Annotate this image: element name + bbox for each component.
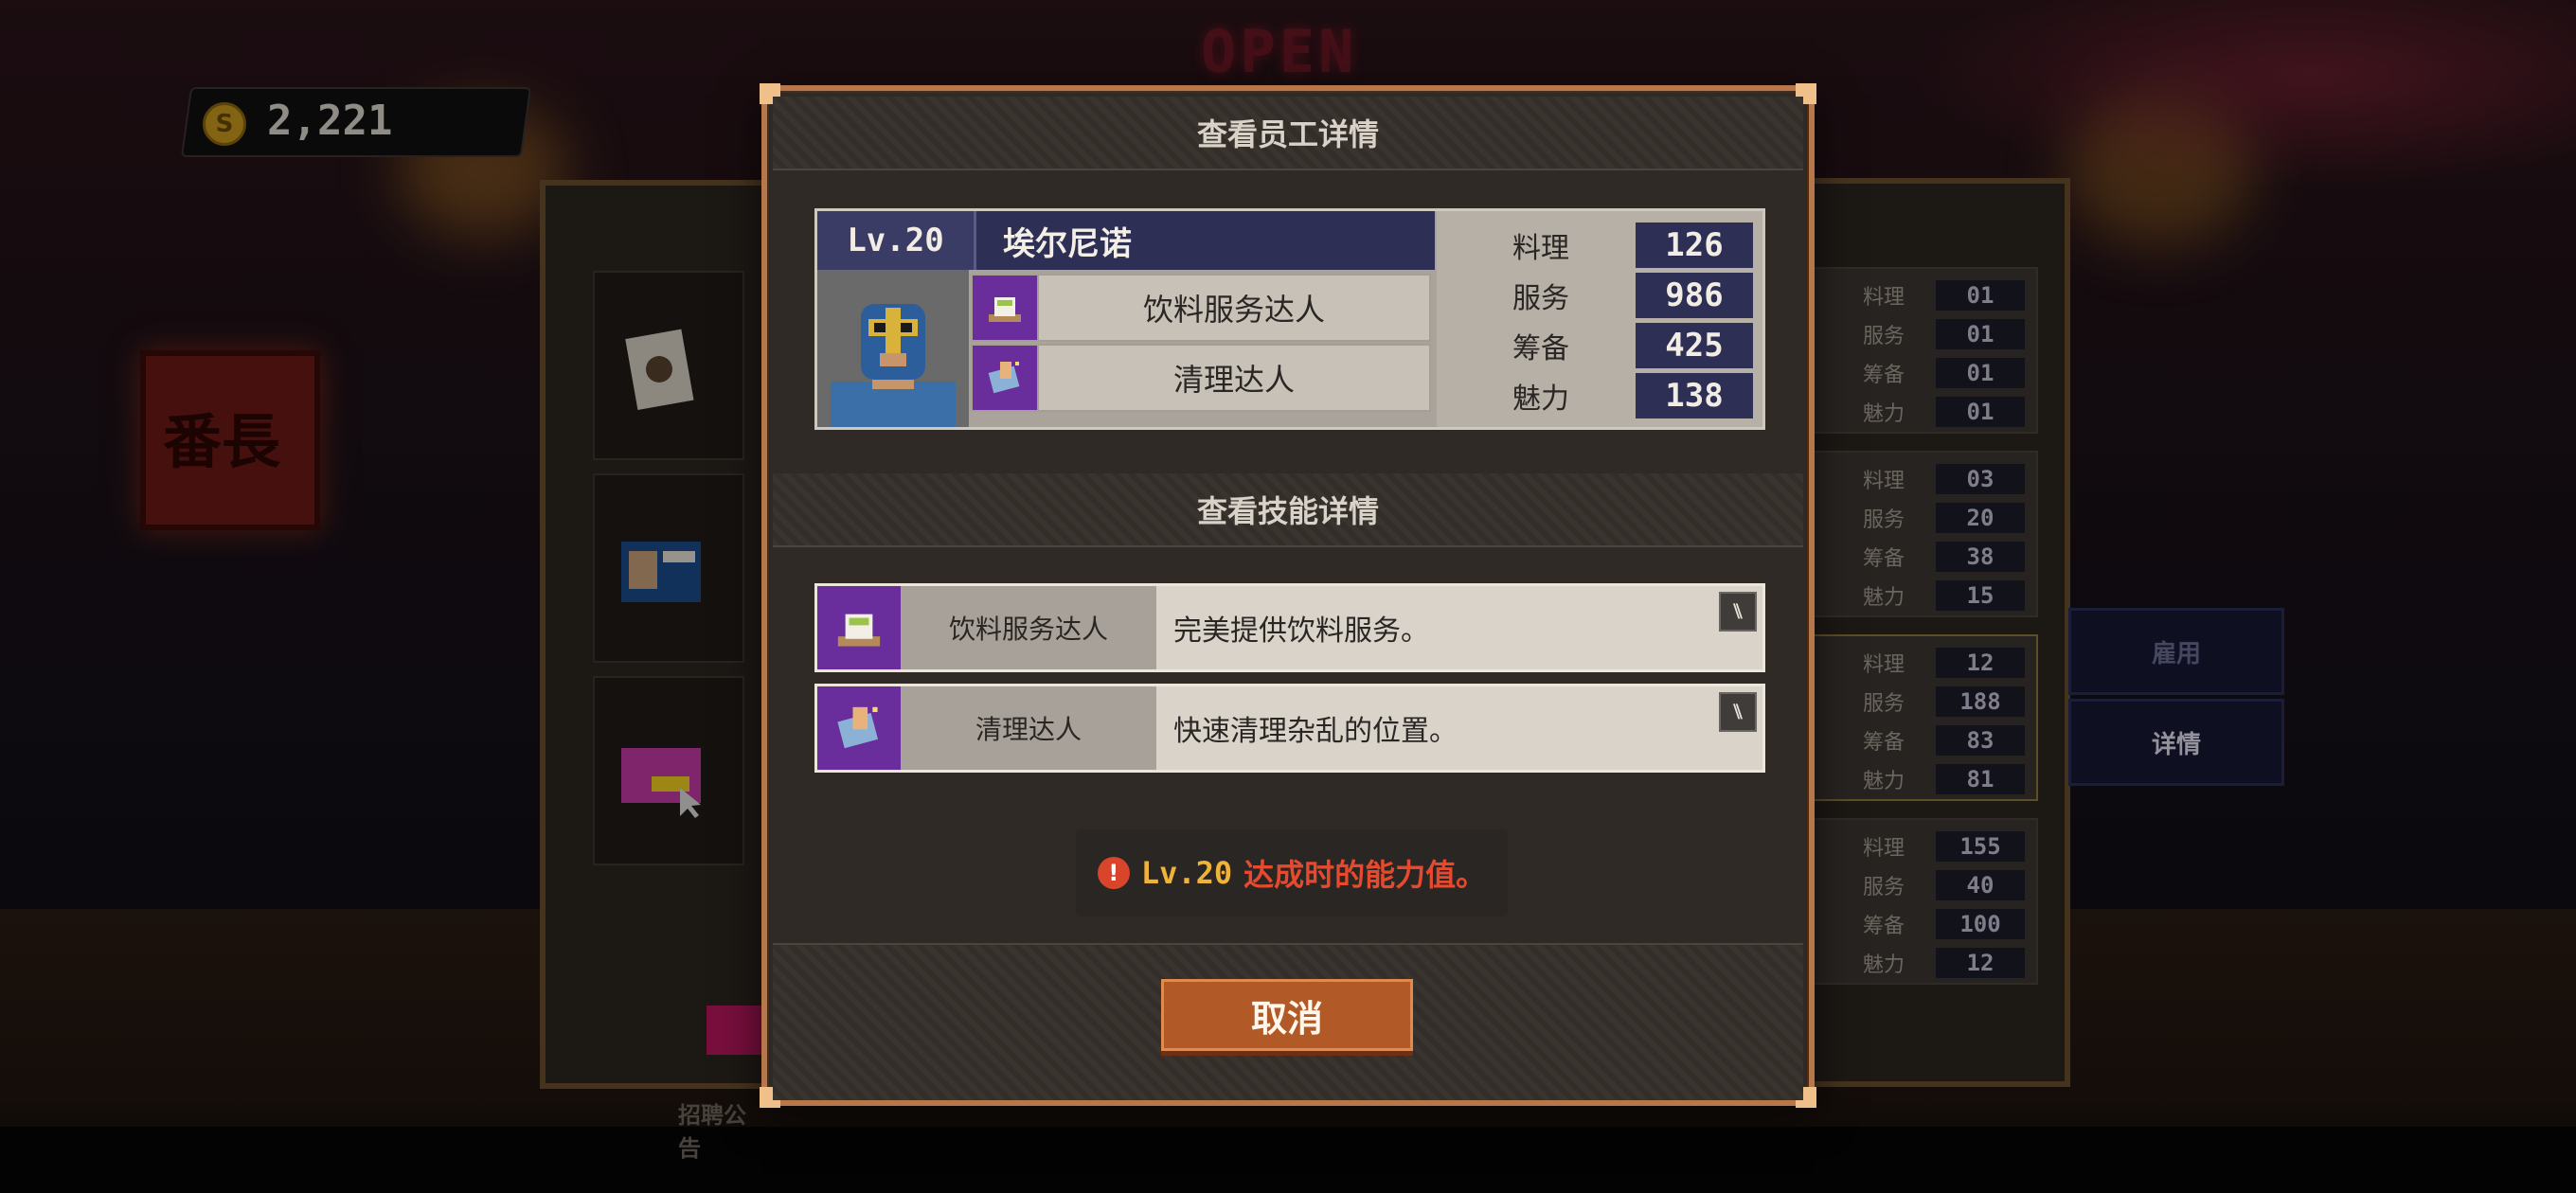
- employee-profile-card: Lv.20 埃尔尼诺 饮料服务达人 清理达人 料理 126 服务 986 筹备 …: [814, 208, 1765, 430]
- cleaning-cloth-icon: [973, 346, 1039, 410]
- tea-cup-icon: [817, 586, 901, 669]
- trait-drink-service: 饮料服务达人: [971, 274, 1431, 342]
- stat-value: 126: [1636, 223, 1753, 268]
- skill-name: 饮料服务达人: [901, 586, 1156, 669]
- skill-description: 完美提供饮料服务。: [1173, 614, 1429, 648]
- skill-row-cleaning: 清理达人 快速清理杂乱的位置。 ⑊: [814, 684, 1765, 773]
- stat-cooking: 料理 126: [1446, 221, 1753, 270]
- skill-row-drink-service: 饮料服务达人 完美提供饮料服务。 ⑊: [814, 583, 1765, 672]
- trait-label: 饮料服务达人: [1142, 292, 1325, 328]
- notice-level: Lv.20: [1140, 855, 1233, 891]
- trait-cleaning: 清理达人: [971, 344, 1431, 412]
- employee-name: 埃尔尼诺: [1003, 224, 1132, 263]
- stat-label: 服务: [1512, 282, 1569, 315]
- stat-value: 986: [1636, 273, 1753, 318]
- warning-icon: !: [1097, 857, 1130, 889]
- employee-stats: 料理 126 服务 986 筹备 425 魅力 138: [1437, 211, 1762, 427]
- stat-charm: 魅力 138: [1446, 371, 1753, 420]
- utensils-icon: ⑊: [1719, 692, 1757, 732]
- skill-name: 清理达人: [901, 686, 1156, 770]
- employee-portrait: [817, 270, 969, 427]
- stat-label: 料理: [1512, 232, 1569, 265]
- employee-level: Lv.20: [817, 211, 976, 270]
- skill-description: 快速清理杂乱的位置。: [1173, 715, 1458, 748]
- skills-section-title: 查看技能详情: [773, 473, 1803, 547]
- level-notice: ! Lv.20 达成时的能力值。: [1076, 829, 1508, 917]
- stat-label: 魅力: [1512, 383, 1569, 416]
- cancel-button[interactable]: 取消: [1161, 979, 1413, 1051]
- employee-details-dialog: 查看员工详情 Lv.20 埃尔尼诺 饮料服务达人 清理达人 料理 126 服务 …: [760, 83, 1816, 1108]
- stat-value: 138: [1636, 373, 1753, 418]
- trait-label: 清理达人: [1172, 362, 1295, 398]
- luchador-mask-avatar-icon: [817, 270, 969, 427]
- dialog-title: 查看员工详情: [773, 97, 1803, 170]
- stat-label: 筹备: [1512, 332, 1569, 365]
- stat-preparation: 筹备 425: [1446, 321, 1753, 370]
- tea-cup-icon: [973, 276, 1039, 340]
- notice-text: 达成时的能力值。: [1243, 857, 1487, 893]
- stat-service: 服务 986: [1446, 271, 1753, 320]
- stat-value: 425: [1636, 323, 1753, 368]
- employee-name-bar: Lv.20 埃尔尼诺: [817, 211, 1435, 270]
- cleaning-cloth-icon: [817, 686, 901, 770]
- utensils-icon: ⑊: [1719, 592, 1757, 632]
